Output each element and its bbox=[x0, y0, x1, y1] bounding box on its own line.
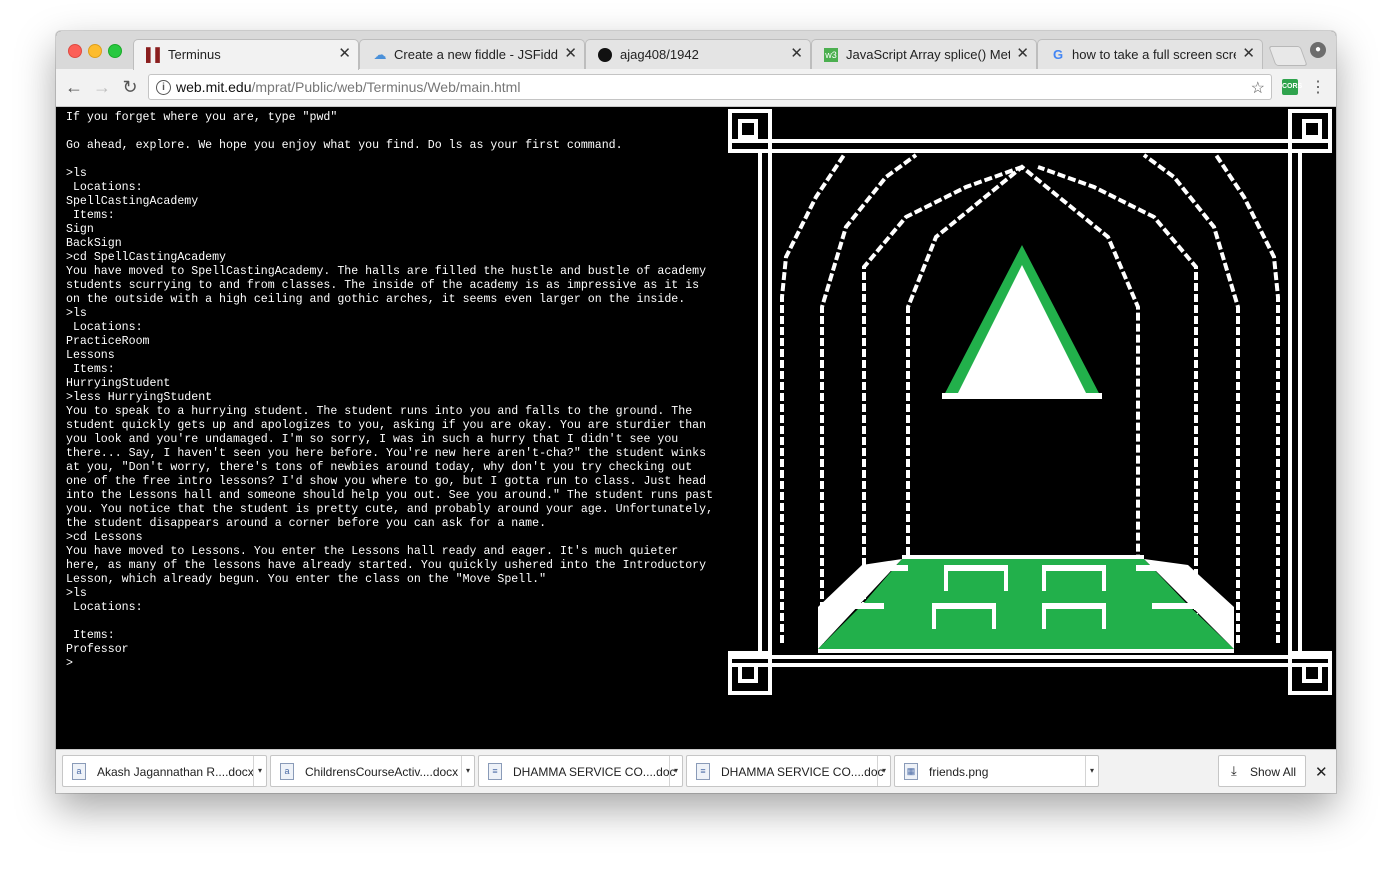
forward-arrow-icon[interactable]: → bbox=[92, 77, 112, 97]
arch-outer-right bbox=[1214, 153, 1280, 643]
pillar-left-1 bbox=[758, 153, 762, 657]
terminal-output[interactable]: If you forget where you are, type "pwd" … bbox=[66, 111, 716, 671]
show-all-label: Show All bbox=[1250, 765, 1297, 779]
bookmark-star-icon[interactable]: ☆ bbox=[1251, 78, 1265, 98]
browser-window: ▌▌ Terminus ✕ ☁ Create a new fiddle - JS… bbox=[56, 31, 1336, 793]
tab-close-icon[interactable]: ✕ bbox=[338, 46, 351, 62]
show-all-downloads-button[interactable]: ⤓ Show All bbox=[1218, 755, 1306, 787]
frame-bottom-bar-inner bbox=[728, 663, 1332, 667]
word-doc-icon: a bbox=[72, 763, 86, 780]
pillar-right-2 bbox=[1288, 153, 1292, 657]
cors-extension-icon[interactable]: CORS bbox=[1282, 79, 1302, 95]
pillar-left-2 bbox=[768, 153, 772, 657]
chevron-down-icon[interactable]: ▾ bbox=[461, 756, 474, 786]
tab-github[interactable]: ajag408/1942 ✕ bbox=[585, 39, 811, 69]
tab-google[interactable]: G how to take a full screen scree ✕ bbox=[1037, 39, 1263, 69]
pillar-right-1 bbox=[1298, 153, 1302, 657]
tab-strip: ▌▌ Terminus ✕ ☁ Create a new fiddle - JS… bbox=[56, 31, 1336, 70]
url-host: web.mit.edu bbox=[176, 79, 252, 95]
download-item[interactable]: ≡ DHAMMA SERVICE CO....doc ▾ bbox=[686, 755, 891, 787]
download-item[interactable]: ▦ friends.png ▾ bbox=[894, 755, 1099, 787]
download-filename: friends.png bbox=[929, 765, 989, 779]
tab-close-icon[interactable]: ✕ bbox=[790, 46, 803, 62]
tab-close-icon[interactable]: ✕ bbox=[1242, 46, 1255, 62]
url-text[interactable]: web.mit.edu/mprat/Public/web/Terminus/We… bbox=[176, 79, 520, 96]
tab-title: ajag408/1942 bbox=[620, 47, 699, 62]
academy-hall-pixel-art bbox=[728, 109, 1332, 695]
reload-icon[interactable]: ↻ bbox=[120, 77, 140, 97]
frame-top-bar bbox=[728, 139, 1332, 143]
close-download-shelf-icon[interactable]: ✕ bbox=[1315, 763, 1328, 781]
menu-kebab-icon[interactable]: ⋮ bbox=[1310, 77, 1326, 97]
tab-title: how to take a full screen scree bbox=[1072, 47, 1236, 62]
download-item[interactable]: ≡ DHAMMA SERVICE CO....doc ▾ bbox=[478, 755, 683, 787]
window-triangle bbox=[958, 265, 1086, 393]
floor-base bbox=[818, 649, 1234, 653]
w3schools-icon: w3 bbox=[824, 48, 838, 62]
tab-jsfiddle[interactable]: ☁ Create a new fiddle - JSFiddle ✕ bbox=[359, 39, 585, 69]
tab-w3schools[interactable]: w3 JavaScript Array splice() Meth ✕ bbox=[811, 39, 1037, 69]
tab-title: JavaScript Array splice() Meth bbox=[846, 47, 1010, 62]
frame-bottom-bar bbox=[728, 655, 1332, 659]
download-item[interactable]: a ChildrensCourseActiv....docx ▾ bbox=[270, 755, 475, 787]
frame-top-bar-inner bbox=[728, 149, 1332, 153]
address-bar[interactable]: i web.mit.edu/mprat/Public/web/Terminus/… bbox=[148, 74, 1272, 100]
tab-close-icon[interactable]: ✕ bbox=[564, 46, 577, 62]
window-minimize-button[interactable] bbox=[88, 44, 102, 58]
download-item[interactable]: a Akash Jagannathan R....docx ▾ bbox=[62, 755, 267, 787]
download-filename: DHAMMA SERVICE CO....doc bbox=[513, 765, 676, 779]
tab-close-icon[interactable]: ✕ bbox=[1016, 46, 1029, 62]
download-filename: DHAMMA SERVICE CO....doc bbox=[721, 765, 884, 779]
tab-terminus[interactable]: ▌▌ Terminus ✕ bbox=[133, 39, 359, 70]
terminus-favicon-icon: ▌▌ bbox=[146, 47, 165, 62]
window-sill bbox=[942, 393, 1102, 399]
window-maximize-button[interactable] bbox=[108, 44, 122, 58]
download-filename: ChildrensCourseActiv....docx bbox=[305, 765, 459, 779]
floor-top-edge bbox=[902, 555, 1144, 559]
chevron-down-icon[interactable]: ▾ bbox=[1085, 756, 1098, 786]
download-filename: Akash Jagannathan R....docx bbox=[97, 765, 254, 779]
download-shelf: a Akash Jagannathan R....docx ▾ a Childr… bbox=[56, 749, 1336, 793]
back-arrow-icon[interactable]: ← bbox=[64, 77, 84, 97]
new-tab-button[interactable] bbox=[1268, 46, 1308, 66]
corner-ornament-tl bbox=[728, 109, 772, 153]
chevron-down-icon[interactable]: ▾ bbox=[877, 756, 890, 786]
corner-ornament-tr bbox=[1288, 109, 1332, 153]
word-doc-icon: a bbox=[280, 763, 294, 780]
tab-title: Terminus bbox=[168, 47, 221, 62]
profile-icon[interactable]: ● bbox=[1310, 42, 1326, 58]
github-icon bbox=[598, 48, 612, 62]
window-close-button[interactable] bbox=[68, 44, 82, 58]
page-content: If you forget where you are, type "pwd" … bbox=[56, 107, 1336, 749]
arch-outer bbox=[780, 153, 846, 643]
chevron-down-icon[interactable]: ▾ bbox=[253, 756, 266, 786]
info-icon[interactable]: i bbox=[156, 80, 171, 95]
toolbar: ← → ↻ i web.mit.edu/mprat/Public/web/Ter… bbox=[56, 69, 1336, 107]
doc-icon: ≡ bbox=[696, 763, 710, 780]
jsfiddle-cloud-icon: ☁ bbox=[373, 47, 387, 62]
download-icon: ⤓ bbox=[1231, 763, 1237, 778]
doc-icon: ≡ bbox=[488, 763, 502, 780]
chevron-down-icon[interactable]: ▾ bbox=[669, 756, 682, 786]
url-path: /mprat/Public/web/Terminus/Web/main.html bbox=[251, 79, 521, 95]
image-file-icon: ▦ bbox=[904, 763, 918, 780]
google-icon: G bbox=[1052, 47, 1064, 62]
tab-title: Create a new fiddle - JSFiddle bbox=[394, 47, 558, 62]
